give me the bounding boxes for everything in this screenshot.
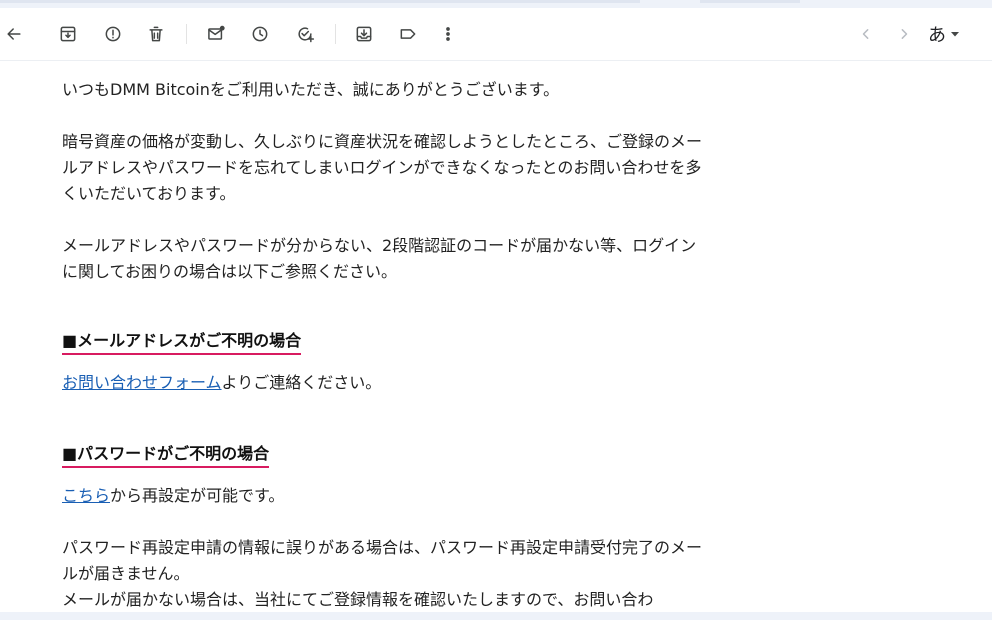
mark-unread-button[interactable]	[202, 20, 230, 48]
label-button[interactable]	[394, 20, 422, 48]
archive-icon	[60, 26, 76, 42]
ime-label: あ	[928, 25, 946, 46]
contact-form-link[interactable]: お問い合わせフォーム	[62, 373, 222, 392]
top-strip-segment	[700, 0, 800, 3]
delete-button[interactable]	[142, 20, 170, 48]
body-paragraph: メールアドレスやパスワードが分からない、2段階認証のコードが届かない等、ログイン…	[62, 236, 697, 281]
top-strip	[0, 0, 992, 8]
report-spam-icon	[105, 26, 121, 42]
newer-button[interactable]	[852, 20, 880, 48]
archive-button[interactable]	[54, 20, 82, 48]
section-heading: ■メールアドレスがご不明の場合	[62, 329, 302, 355]
toolbar-divider	[335, 24, 336, 44]
more-options-button[interactable]	[434, 20, 462, 48]
section-email-unknown: ■メールアドレスがご不明の場合	[62, 328, 302, 355]
section-heading: ■パスワードがご不明の場合	[62, 442, 270, 468]
top-strip-segment	[0, 0, 640, 3]
label-icon	[400, 29, 416, 39]
input-tools-toggle[interactable]: あ	[928, 20, 972, 48]
trash-icon	[149, 26, 163, 42]
back-button[interactable]	[0, 20, 28, 48]
report-spam-button[interactable]	[99, 20, 127, 48]
section-body: こちらから再設定が可能です。	[62, 483, 284, 509]
toolbar-divider	[186, 24, 187, 44]
move-to-button[interactable]	[350, 20, 378, 48]
mark-unread-icon	[208, 25, 225, 40]
password-reset-link[interactable]: こちら	[62, 486, 110, 505]
chevron-left-icon	[862, 29, 869, 39]
caret-down-icon	[951, 32, 959, 37]
section-body-text: よりご連絡ください。	[221, 373, 382, 392]
section-password-unknown: ■パスワードがご不明の場合	[62, 441, 270, 468]
clock-icon	[252, 26, 268, 42]
arrow-left-icon	[7, 28, 21, 40]
bottom-strip	[0, 612, 992, 620]
message-toolbar: あ	[0, 8, 992, 61]
body-paragraph: 暗号資産の価格が変動し、久しぶりに資産状況を確認しようとしたところ、ご登録のメー…	[62, 132, 703, 203]
snooze-button[interactable]	[246, 20, 274, 48]
older-button[interactable]	[890, 20, 918, 48]
more-vert-icon	[446, 27, 450, 41]
chevron-right-icon	[901, 29, 908, 39]
section-body: お問い合わせフォームよりご連絡ください。	[62, 370, 381, 396]
body-paragraph: パスワード再設定申請の情報に誤りがある場合は、パスワード再設定申請受付完了のメー…	[62, 538, 703, 609]
greeting-line: いつもDMM Bitcoinをご利用いただき、誠にありがとうございます。	[62, 80, 560, 99]
move-to-icon	[356, 26, 372, 42]
add-task-icon	[298, 27, 315, 43]
add-task-button[interactable]	[291, 20, 319, 48]
section-body-text: から再設定が可能です。	[110, 486, 285, 505]
